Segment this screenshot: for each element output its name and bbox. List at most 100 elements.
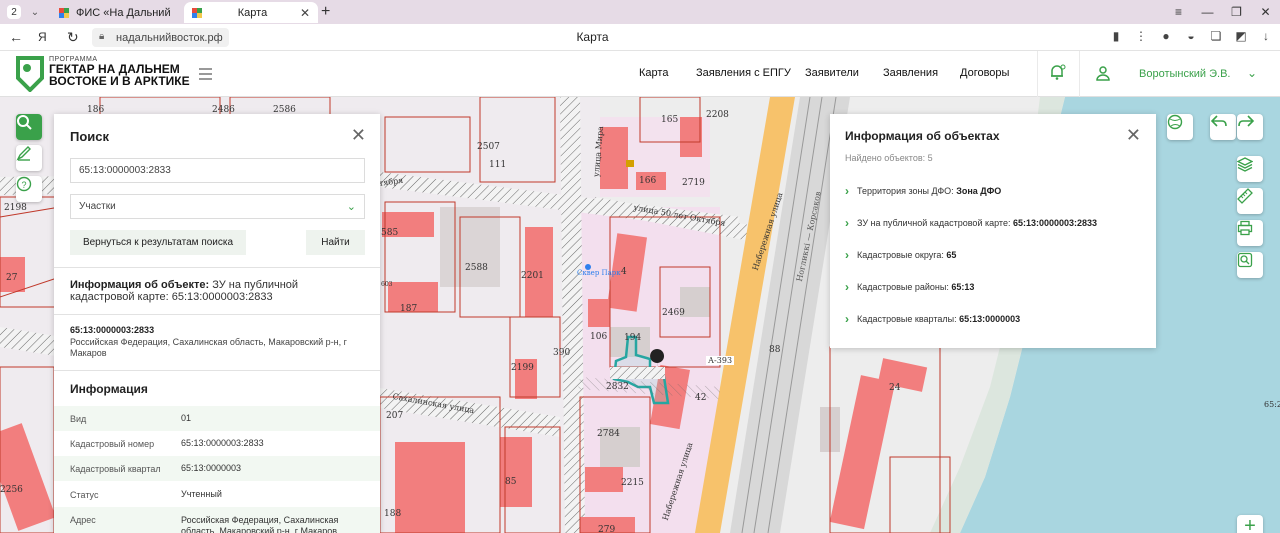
poi-label: Сквер Парк — [577, 269, 621, 277]
map-label: 24 — [889, 383, 901, 393]
object-item-parcel[interactable]: › ЗУ на публичной кадастровой карте: 65:… — [845, 216, 1097, 230]
map-label: 2201 — [521, 271, 544, 281]
map-label: 2832 — [606, 382, 629, 392]
map-label: 2588 — [465, 263, 488, 273]
info-value: 65:13:0000003 — [181, 463, 242, 473]
objects-found-count: Найдено объектов: 5 — [845, 153, 933, 163]
close-icon[interactable]: ✕ — [300, 6, 310, 20]
find-button[interactable]: Найти — [306, 230, 365, 255]
map-label: 166 — [639, 176, 657, 186]
back-to-results-button[interactable]: Вернуться к результатам поиска — [70, 230, 246, 255]
map-label: 165 — [661, 115, 679, 125]
info-key: Адрес — [70, 515, 96, 525]
browser-address-bar: ← Я ↻ 🔒︎ надальнийвосток.рф Карта ▮ ⋮ ● … — [0, 24, 1280, 51]
object-item-cadastral-district[interactable]: › Кадастровые округа: 65 — [845, 248, 956, 262]
tab-title: ФИС «На Дальний Восток» — [76, 6, 173, 19]
object-number[interactable]: 65:13:0000003:2833 — [70, 325, 154, 335]
search-panel: Поиск ✕ 65:13:0000003:2833 Участки ⌄ Вер… — [54, 114, 380, 533]
basemap-tool-button[interactable] — [1167, 114, 1193, 140]
search-icon — [17, 115, 32, 130]
nav-applications[interactable]: Заявления — [883, 67, 938, 79]
bell-icon[interactable] — [1048, 63, 1066, 81]
tab-count-badge[interactable]: 2 — [7, 5, 21, 19]
road-number-label: А-393 — [706, 356, 735, 365]
globe-icon — [1167, 114, 1183, 130]
browser-tab-bar: 2 ⌄ ФИС «На Дальний Восток» Карта ✕ + ≡ … — [0, 0, 1280, 24]
new-tab-icon[interactable]: + — [321, 4, 330, 20]
nav-map[interactable]: Карта — [639, 67, 668, 79]
print-button[interactable] — [1237, 220, 1263, 246]
undo-button[interactable] — [1210, 114, 1236, 140]
map-label: 2208 — [706, 110, 729, 120]
close-window-icon[interactable]: ✕ — [1251, 5, 1280, 19]
collections-icon[interactable]: ❏ — [1208, 28, 1224, 44]
object-item-cadastral-area[interactable]: › Кадастровые районы: 65:13 — [845, 280, 974, 294]
map-label: 106 — [590, 332, 608, 342]
close-icon[interactable]: ✕ — [351, 126, 366, 144]
object-item-label: Территория зоны ДФО: — [857, 186, 954, 196]
menu-icon[interactable]: ≡ — [1164, 5, 1193, 19]
measure-button[interactable] — [1237, 188, 1263, 214]
zoom-in-button[interactable]: + — [1237, 515, 1263, 533]
map-label: 390 — [553, 348, 571, 358]
close-icon[interactable]: ✕ — [1126, 126, 1141, 144]
map-search-icon — [1237, 252, 1253, 268]
info-value: Учтенный — [181, 489, 222, 499]
browser-tab-map[interactable]: Карта ✕ — [184, 2, 318, 23]
info-key: Кадастровый номер — [70, 438, 155, 449]
extension-icon[interactable]: ● — [1158, 28, 1174, 44]
chevron-down-icon[interactable]: ⌄ — [1247, 66, 1257, 80]
info-value: 65:13:0000003:2833 — [181, 438, 264, 448]
app-header: ПРОГРАММА ГЕКТАР НА ДАЛЬНЕМ ВОСТОКЕ И В … — [0, 51, 1280, 97]
logo-pin-icon — [16, 56, 44, 92]
search-type-select[interactable]: Участки ⌄ — [70, 194, 365, 219]
user-name[interactable]: Воротынский Э.В. — [1139, 68, 1230, 80]
info-key: Статус — [70, 489, 99, 500]
edit-tool-button[interactable] — [16, 145, 42, 171]
object-item-label: Кадастровые кварталы: — [857, 314, 957, 324]
map-label: 2215 — [621, 478, 644, 488]
nav-contracts[interactable]: Договоры — [960, 67, 1009, 79]
object-item-value: 65:13 — [951, 282, 975, 292]
nav-applicants[interactable]: Заявители — [805, 67, 859, 79]
chevron-down-icon[interactable]: ⌄ — [27, 4, 43, 20]
map-label: 85 — [505, 477, 517, 487]
ruler-icon — [1237, 188, 1253, 204]
more-icon[interactable]: ⋮ — [1133, 28, 1149, 44]
object-heading-bold: Информация об объекте: — [70, 279, 210, 291]
nav-epgu-applications[interactable]: Заявления с ЕПГУ — [696, 67, 791, 79]
minimize-icon[interactable]: — — [1193, 5, 1222, 19]
info-row: Вид 01 — [54, 406, 380, 431]
info-section-title: Информация — [70, 382, 148, 396]
layers-button[interactable] — [1237, 156, 1263, 182]
help-tool-button[interactable]: ? — [16, 176, 42, 202]
hamburger-menu-icon[interactable] — [199, 68, 212, 83]
map-label: 187 — [400, 304, 418, 314]
help-icon: ? — [16, 176, 32, 192]
restore-icon[interactable]: ❐ — [1222, 5, 1251, 19]
search-type-value: Участки — [79, 201, 116, 212]
download-icon[interactable]: ↓ — [1258, 28, 1274, 44]
map-label: 188 — [384, 509, 402, 519]
map-label: 2199 — [511, 363, 534, 373]
browser-tab-fis[interactable]: ФИС «На Дальний Восток» — [51, 2, 181, 23]
map-label: 2719 — [682, 178, 705, 188]
redo-arrow-icon — [1238, 115, 1255, 127]
info-row: Кадастровый номер 65:13:0000003:2833 — [54, 431, 380, 456]
object-item-dfo-zone[interactable]: › Территория зоны ДФО: Зона ДФО — [845, 184, 1001, 198]
logo[interactable]: ПРОГРАММА ГЕКТАР НА ДАЛЬНЕМ ВОСТОКЕ И В … — [15, 56, 190, 92]
extension-icon[interactable]: ◩ — [1233, 28, 1249, 44]
map-label: 2256 — [0, 485, 23, 495]
plus-icon: + — [1244, 515, 1256, 533]
map-label: 2469 — [662, 308, 685, 318]
find-on-map-button[interactable] — [1237, 252, 1263, 278]
map-label: 585 — [381, 228, 399, 238]
extension-icon[interactable]: ◒ — [1183, 28, 1199, 44]
search-input[interactable]: 65:13:0000003:2833 — [70, 158, 365, 183]
chevron-right-icon: › — [845, 248, 849, 262]
redo-button[interactable] — [1237, 114, 1263, 140]
object-item-cadastral-block[interactable]: › Кадастровые кварталы: 65:13:0000003 — [845, 312, 1020, 326]
search-tool-button[interactable] — [16, 114, 42, 140]
bookmark-icon[interactable]: ▮ — [1108, 28, 1124, 44]
object-item-label: Кадастровые округа: — [857, 250, 944, 260]
